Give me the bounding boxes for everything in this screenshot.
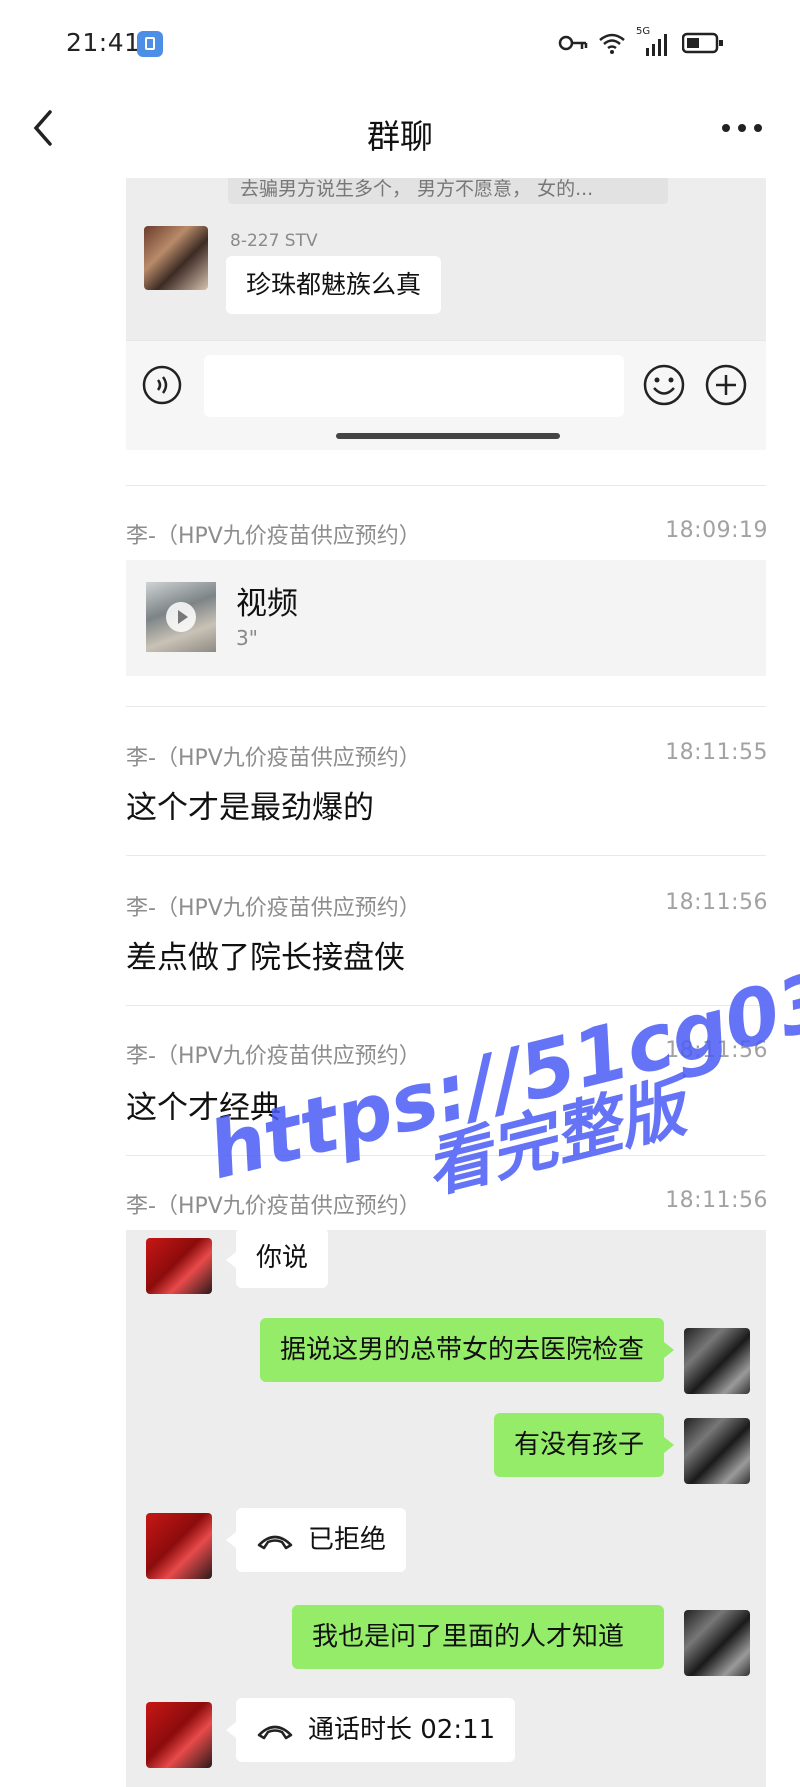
emoji-button [642, 363, 686, 407]
message-text: 差点做了院长接盘侠 [126, 940, 405, 976]
quoted-message: 去骗男方说生多个， 男方不愿意， 女的... [228, 178, 668, 204]
divider [126, 855, 766, 856]
wifi-icon [599, 33, 625, 54]
more-dots-icon [722, 124, 762, 132]
plus-icon [705, 364, 747, 406]
message-sender: 李-（HPV九价疫苗供应预约） [126, 896, 421, 921]
video-duration: 3" [236, 626, 258, 650]
message-sender: 李-（HPV九价疫苗供应预约） [126, 524, 421, 549]
divider [126, 1005, 766, 1006]
message-time: 18:11:56 [665, 1038, 768, 1063]
avatar [684, 1418, 750, 1484]
message-sender: 李-（HPV九价疫苗供应预约） [126, 746, 421, 771]
signal-icon: 5G [636, 26, 672, 56]
avatar [146, 1702, 212, 1768]
page-title: 群聊 [367, 117, 433, 156]
message-input [204, 355, 624, 417]
battery-icon [682, 32, 723, 54]
play-icon [166, 602, 196, 632]
chat-bubble: 你说 [225, 1230, 329, 1288]
voice-icon [142, 365, 182, 405]
avatar [144, 226, 208, 290]
divider [126, 706, 766, 707]
message-time: 18:11:55 [665, 740, 768, 765]
more-button[interactable] [712, 108, 772, 148]
watermark-subtitle: 看完整版 [417, 1068, 693, 1208]
chat-input-bar [126, 340, 766, 450]
status-time: 21:41 [66, 28, 141, 57]
avatar [146, 1513, 212, 1579]
message-text: 这个才经典 [126, 1090, 281, 1126]
divider [126, 485, 766, 486]
phone-hangup-icon [257, 1725, 293, 1739]
message-time: 18:09:19 [665, 518, 768, 543]
smiley-icon [643, 364, 685, 406]
video-message-card[interactable]: 视频 3" [126, 560, 766, 676]
video-title: 视频 [236, 586, 298, 622]
phone-hangup-icon [257, 1535, 293, 1549]
avatar [684, 1328, 750, 1394]
chat-bubble: 珍珠都魅族么真 [226, 256, 442, 314]
message-sender: 李-（HPV九价疫苗供应预约） [126, 1194, 421, 1219]
home-indicator [336, 433, 560, 439]
embedded-screenshot-top[interactable]: 去骗男方说生多个， 男方不愿意， 女的... 8-227 STV 珍珠都魅族么真 [126, 178, 766, 450]
call-duration: 通话时长 02:11 [308, 1715, 496, 1745]
call-record-bubble: 通话时长 02:11 [225, 1698, 516, 1762]
chat-bubble: 有没有孩子 [493, 1413, 675, 1477]
avatar [684, 1610, 750, 1676]
key-icon [558, 35, 588, 51]
chat-bubble: 据说这男的总带女的去医院检查 [259, 1318, 675, 1382]
divider [126, 1155, 766, 1156]
message-text: 这个才是最劲爆的 [126, 790, 374, 826]
add-button [704, 363, 748, 407]
call-status: 已拒绝 [308, 1525, 387, 1555]
status-icons: 5G [558, 26, 724, 56]
avatar [146, 1238, 212, 1294]
voice-button [142, 365, 182, 405]
video-thumbnail [146, 582, 216, 652]
chat-bubble: 我也是问了里面的人才知道 [292, 1605, 664, 1669]
message-time: 18:11:56 [665, 890, 768, 915]
embedded-screenshot-bottom[interactable]: 你说 据说这男的总带女的去医院检查 有没有孩子 已拒绝 我也是问了里面的人才知道… [126, 1230, 766, 1787]
message-sender: 李-（HPV九价疫苗供应预约） [126, 1044, 421, 1069]
call-record-bubble: 已拒绝 [225, 1508, 407, 1572]
message-time: 18:11:56 [665, 1188, 768, 1213]
app-notification-icon [137, 31, 163, 57]
chat-sender-name: 8-227 STV [230, 231, 318, 251]
